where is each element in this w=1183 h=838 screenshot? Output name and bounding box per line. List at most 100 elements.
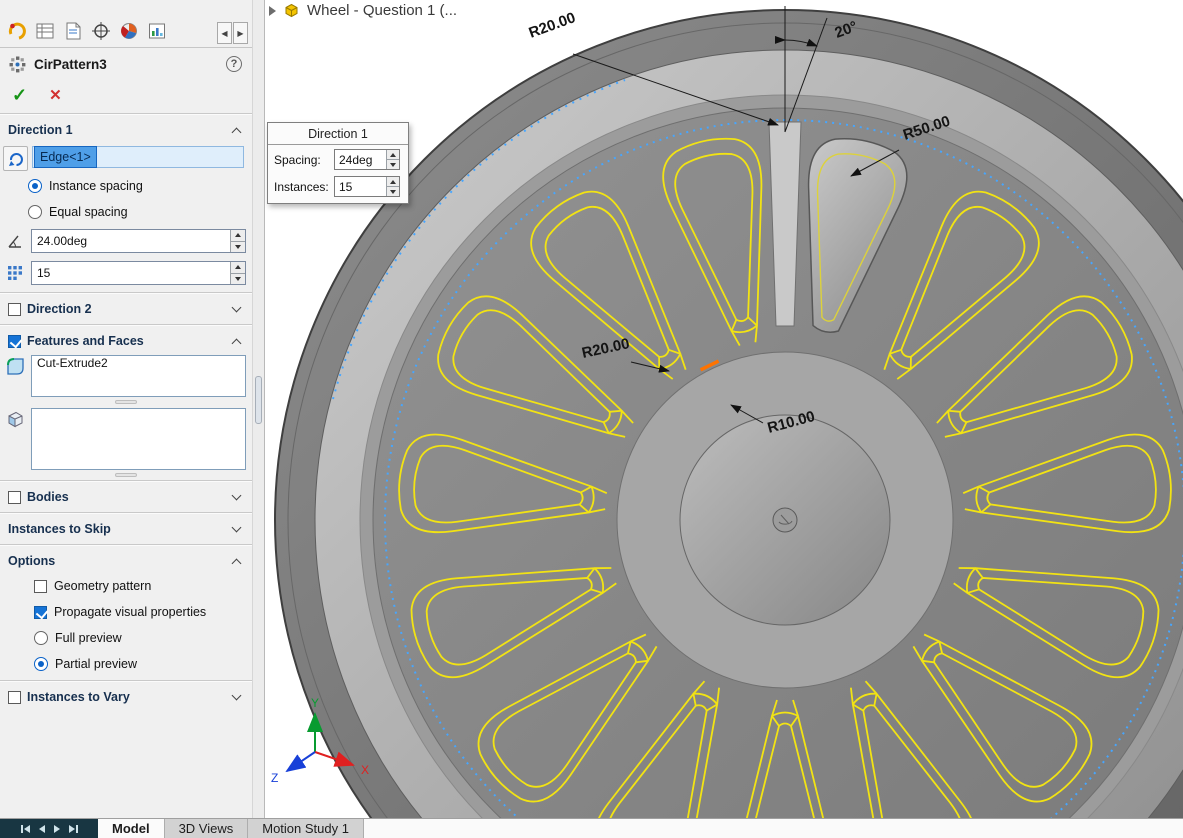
breadcrumb-expand-icon[interactable] <box>269 5 276 16</box>
instance-spacing-radio[interactable] <box>28 179 42 193</box>
bottom-tab-bar: Model 3D Views Motion Study 1 <box>0 818 1183 838</box>
page-title: CirPattern3 <box>34 56 107 72</box>
group-header-instances-to-vary[interactable]: Instances to Vary <box>0 685 252 709</box>
features-to-pattern-icon <box>4 355 26 377</box>
angle-input[interactable]: 24.00deg <box>31 229 246 253</box>
faces-list-box[interactable] <box>31 408 246 470</box>
chart-sheet-icon[interactable] <box>144 18 170 44</box>
callout-spacing-down-button[interactable] <box>387 159 399 169</box>
divider <box>0 292 252 294</box>
callout-spacing-input[interactable]: 24deg <box>334 149 400 170</box>
panel-nav-forward-button[interactable]: ▶ <box>233 22 248 44</box>
chevron-down-icon <box>231 490 242 501</box>
count-decrease-button[interactable] <box>231 272 245 284</box>
equal-spacing-radio[interactable] <box>28 205 42 219</box>
feature-list-item[interactable]: Cut-Extrude2 <box>32 354 113 372</box>
direction2-checkbox[interactable] <box>8 302 21 316</box>
divider <box>0 544 252 546</box>
panel-toolbar: ◀ ▶ <box>0 0 252 48</box>
next-pane-button[interactable] <box>53 824 60 833</box>
panel-splitter[interactable] <box>252 0 265 818</box>
group-header-direction2[interactable]: Direction 2 <box>0 297 252 321</box>
graphics-viewport[interactable]: Wheel - Question 1 (... 20° R20.00 R50.0… <box>265 0 1183 818</box>
splitter-handle[interactable] <box>255 376 262 424</box>
callout-spacing-row: Spacing: 24deg <box>268 145 408 172</box>
help-icon[interactable]: ? <box>226 56 242 72</box>
group-header-instances-to-skip[interactable]: Instances to Skip <box>0 517 252 541</box>
document-title: Wheel - Question 1 (... <box>307 2 458 19</box>
bodies-checkbox[interactable] <box>8 490 21 504</box>
callout-instances-down-button[interactable] <box>387 186 399 196</box>
breadcrumb[interactable]: Wheel - Question 1 (... <box>269 2 457 19</box>
cancel-button[interactable]: ✕ <box>49 86 62 104</box>
property-manager-panel: ◀ ▶ CirPattern3 ? ✓ ✕ Direction 1 Edge<1… <box>0 0 252 818</box>
selected-edge-item[interactable]: Edge<1> <box>34 146 97 168</box>
bom-table-icon[interactable] <box>32 18 58 44</box>
tab-model[interactable]: Model <box>98 819 165 838</box>
equal-spacing-option[interactable]: Equal spacing <box>0 199 252 225</box>
first-pane-button[interactable] <box>20 824 30 833</box>
callout-instances-input[interactable]: 15 <box>334 176 400 197</box>
callout-instances-up-button[interactable] <box>387 177 399 186</box>
chevron-up-icon <box>231 338 242 348</box>
chevron-up-icon <box>231 127 242 137</box>
radius-dimension-top[interactable]: R20.00 <box>527 9 578 42</box>
instance-spacing-option[interactable]: Instance spacing <box>0 173 252 199</box>
ok-button[interactable]: ✓ <box>12 85 27 106</box>
chevron-down-icon <box>231 302 242 313</box>
pane-controls <box>0 819 98 838</box>
angle-increase-button[interactable] <box>231 230 245 241</box>
panel-nav-back-button[interactable]: ◀ <box>217 22 232 44</box>
group-header-features-and-faces[interactable]: Features and Faces <box>0 329 252 353</box>
instance-count-icon <box>4 262 26 284</box>
callout-title: Direction 1 <box>268 123 408 145</box>
features-and-faces-checkbox[interactable] <box>8 334 21 348</box>
group-header-bodies[interactable]: Bodies <box>0 485 252 509</box>
propagate-visual-option[interactable]: Propagate visual properties <box>0 599 252 625</box>
instance-count-input[interactable]: 15 <box>31 261 246 285</box>
direction-selection-box[interactable]: Edge<1> <box>32 146 244 168</box>
chevron-down-icon <box>231 690 242 701</box>
group-header-direction1[interactable]: Direction 1 <box>0 118 252 142</box>
circular-pattern-icon <box>9 56 26 72</box>
wheel-model[interactable] <box>274 9 1183 818</box>
partial-preview-radio[interactable] <box>34 657 48 671</box>
direction1-callout: Direction 1 Spacing: 24deg Instances: 15 <box>267 122 409 204</box>
propagate-visual-checkbox[interactable] <box>34 605 47 619</box>
previous-pane-button[interactable] <box>38 824 45 833</box>
drawing-sheet-icon[interactable] <box>60 18 86 44</box>
partial-preview-option[interactable]: Partial preview <box>0 651 252 677</box>
z-axis-arrow <box>285 751 316 773</box>
center-mark-icon <box>772 507 798 533</box>
divider <box>0 680 252 682</box>
tab-bar-filler <box>363 819 1183 838</box>
feature-header: CirPattern3 ? <box>0 48 252 80</box>
section-pie-icon[interactable] <box>116 18 142 44</box>
last-pane-button[interactable] <box>68 824 78 833</box>
x-axis-label: X <box>361 763 369 777</box>
list-resize-handle[interactable] <box>115 473 137 477</box>
chevron-up-icon <box>231 558 242 568</box>
features-to-pattern-row: Cut-Extrude2 <box>0 353 252 397</box>
group-header-options[interactable]: Options <box>0 549 252 573</box>
callout-spacing-up-button[interactable] <box>387 150 399 159</box>
y-axis-label: Y <box>311 696 319 710</box>
geometry-pattern-option[interactable]: Geometry pattern <box>0 573 252 599</box>
solidworks-logo-icon[interactable] <box>4 18 30 44</box>
tab-3d-views[interactable]: 3D Views <box>164 819 249 838</box>
full-preview-radio[interactable] <box>34 631 48 645</box>
full-preview-option[interactable]: Full preview <box>0 625 252 651</box>
tab-motion-study-1[interactable]: Motion Study 1 <box>248 819 364 838</box>
faces-to-pattern-icon <box>4 408 26 430</box>
divider <box>0 324 252 326</box>
features-list-box[interactable]: Cut-Extrude2 <box>31 355 246 397</box>
count-increase-button[interactable] <box>231 262 245 273</box>
angle-decrease-button[interactable] <box>231 240 245 252</box>
geometry-pattern-checkbox[interactable] <box>34 579 47 593</box>
instance-count-row: 15 <box>0 257 252 289</box>
direction1-selection-row: Edge<1> <box>0 142 252 173</box>
list-resize-handle[interactable] <box>115 400 137 404</box>
instances-to-vary-checkbox[interactable] <box>8 690 21 704</box>
origin-target-icon[interactable] <box>88 18 114 44</box>
pattern-axis-icon <box>3 146 28 171</box>
